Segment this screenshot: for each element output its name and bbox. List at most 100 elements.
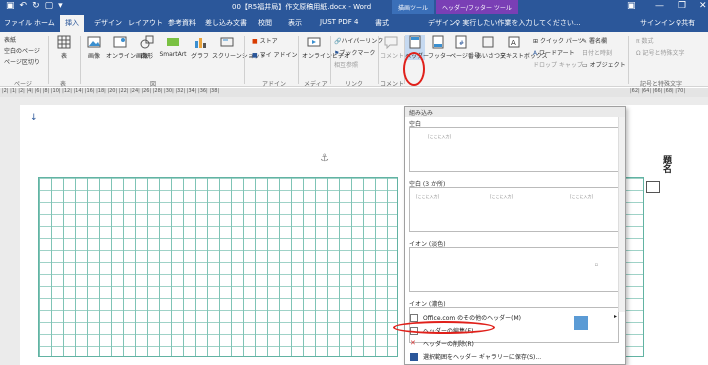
textbox-button[interactable]: A テキストボックス [500,35,548,60]
textbox-icon: A [508,36,520,48]
online-picture-button[interactable]: オンライン画像 [106,35,148,60]
menu-item-save-selection[interactable]: 選択範囲をヘッダー ギャラリーに保存(S)... [405,352,625,363]
separator [378,36,379,84]
screenshot-icon [220,37,234,47]
screenshot-button[interactable]: スクリーンショット [212,35,266,60]
tab-file[interactable]: ファイル [4,18,32,28]
ribbon-insert: 表紙 空白のページ ページ区切り ページ 表 表 画像 オンライン画像 図形 S… [0,32,708,88]
group-addins-label: アドイン [262,81,287,88]
horizontal-ruler: |2| |1| |2| |4| |6| |8| |10| |12| |14| |… [0,88,708,97]
tab-layout[interactable]: レイアウト [128,18,163,28]
online-picture-icon [113,36,127,48]
quick-parts-button[interactable]: ⊞ クイック パーツ [533,36,584,45]
tab-justpdf[interactable]: JUST PDF 4 [320,18,358,26]
manuscript-grid-right [624,177,644,357]
shapes-button[interactable]: 図形 [137,35,157,60]
cross-reference-button[interactable]: 相互参照 [334,60,358,69]
customize-icon[interactable]: ▾ [58,1,63,11]
highlight-circle-header-button [403,52,425,86]
greeting-button[interactable]: あいさつ文 [476,35,506,60]
footer-button[interactable]: フッター [428,35,452,60]
gallery-item-ion-light-label: イオン (淡色) [409,241,446,248]
tab-mailings[interactable]: 差し込み文書 [205,18,247,28]
gallery-scrollbar[interactable] [618,117,625,312]
ruler-scale: |2| |1| |2| |4| |6| |8| |10| |12| |14| |… [2,88,220,94]
undo-icon[interactable]: ↶ [20,1,28,11]
gallery-item-blank-label: 空白 [409,121,422,128]
remove-header-icon: ✕ [410,339,416,347]
tab-home[interactable]: ホーム [34,18,55,28]
svg-text:A: A [511,39,516,47]
tab-review[interactable]: 校閲 [258,18,272,28]
bookmark-button[interactable]: ⚑ブックマーク [334,48,375,57]
page-number-button[interactable]: # ページ番号 [450,35,480,60]
separator [48,36,49,84]
signin-link[interactable]: サインイン [640,18,675,28]
minimize-icon[interactable]: — [655,1,664,11]
chart-icon [195,38,206,48]
separator [330,36,331,84]
group-pages-label: ページ [14,81,32,88]
tab-view[interactable]: 表示 [288,18,302,28]
share-button[interactable]: ♀共有 [676,18,695,28]
group-media-label: メディア [304,81,328,88]
small-mark: ▫ [594,262,598,268]
restore-icon[interactable]: ❐ [678,1,686,11]
smartart-button[interactable]: SmartArt [158,35,188,58]
store-button[interactable]: ■ ストア [252,36,278,45]
group-links-label: リンク [345,81,364,88]
page-number-icon: # [455,35,467,49]
gallery-item-blank[interactable]: [ここに入力] [409,127,619,172]
submenu-arrow-icon: ▸ [613,313,617,320]
print-preview-icon[interactable]: ▢ [45,1,54,11]
tab-insert[interactable]: 挿入 [60,15,84,32]
tab-format[interactable]: 書式 [375,18,389,28]
ribbon-display-icon[interactable]: ▣ [627,1,636,11]
symbol-button[interactable]: Ω 記号と特殊文字 [636,48,685,57]
wordart-button[interactable]: A ワードアート [533,48,575,57]
gallery-item-ion-light[interactable]: ▫ [409,247,619,292]
hyperlink-button[interactable]: 🔗ハイパーリンク [334,36,383,45]
object-button[interactable]: ▭ オブジェクト [582,60,626,69]
picture-button[interactable]: 画像 [84,35,104,60]
gallery-item-ion-dark-label: イオン (濃色) [409,301,446,308]
window-title: 00【R5福井局】作文原稿用紙.docx - Word [232,3,372,11]
gallery-item-blank3[interactable]: [ここに入力] [ここに入力] [ここに入力] [409,187,619,232]
anchor-icon: ⚓ [320,153,329,164]
blank-page-button[interactable]: 空白のページ [4,46,40,55]
comment-button[interactable]: コメント [380,35,404,60]
header-icon [409,35,421,49]
quick-access-toolbar: ▣ ↶ ↻ ▢ ▾ [6,1,63,11]
dropcap-button[interactable]: ドロップ キャップ [533,60,583,69]
chart-button[interactable]: グラフ [190,35,210,60]
menu-item-remove-header[interactable]: ✕ ヘッダーの削除(R) [405,339,625,350]
my-addins-button[interactable]: ■ マイ アドイン [252,50,298,59]
manuscript-grid [38,177,398,357]
page-break-button[interactable]: ページ区切り [4,57,40,66]
tab-hf-design[interactable]: デザイン [428,18,456,28]
footer-icon [432,35,444,49]
group-illustrations-label: 図 [150,81,157,88]
shapes-icon [140,35,154,49]
title-label: 題名 [661,155,671,173]
equation-button[interactable]: π 数式 [636,36,654,45]
header-marker-icon [646,181,660,193]
close-icon[interactable]: ✕ [699,1,707,11]
table-icon [57,35,71,49]
cover-page-button[interactable]: 表紙 [4,35,16,44]
svg-text:#: # [459,40,464,47]
date-time-button[interactable]: 日付と時刻 [582,48,612,57]
table-button[interactable]: 表 [54,35,74,60]
save-icon[interactable]: ▣ [6,1,15,11]
group-comments-label: コメント [380,81,405,88]
tell-me-input[interactable]: ♀ 実行したい作業を入力してください... [455,18,581,28]
separator [80,36,81,84]
separator [628,36,629,84]
tab-design[interactable]: デザイン [94,18,122,28]
tab-references[interactable]: 参考資料 [168,18,196,28]
office-icon [410,314,418,322]
redo-icon[interactable]: ↻ [32,1,40,11]
signature-line-button[interactable]: ✎ 署名欄 [582,36,607,45]
separator [298,36,299,84]
online-video-button[interactable]: オンラインビデオ [302,35,350,60]
